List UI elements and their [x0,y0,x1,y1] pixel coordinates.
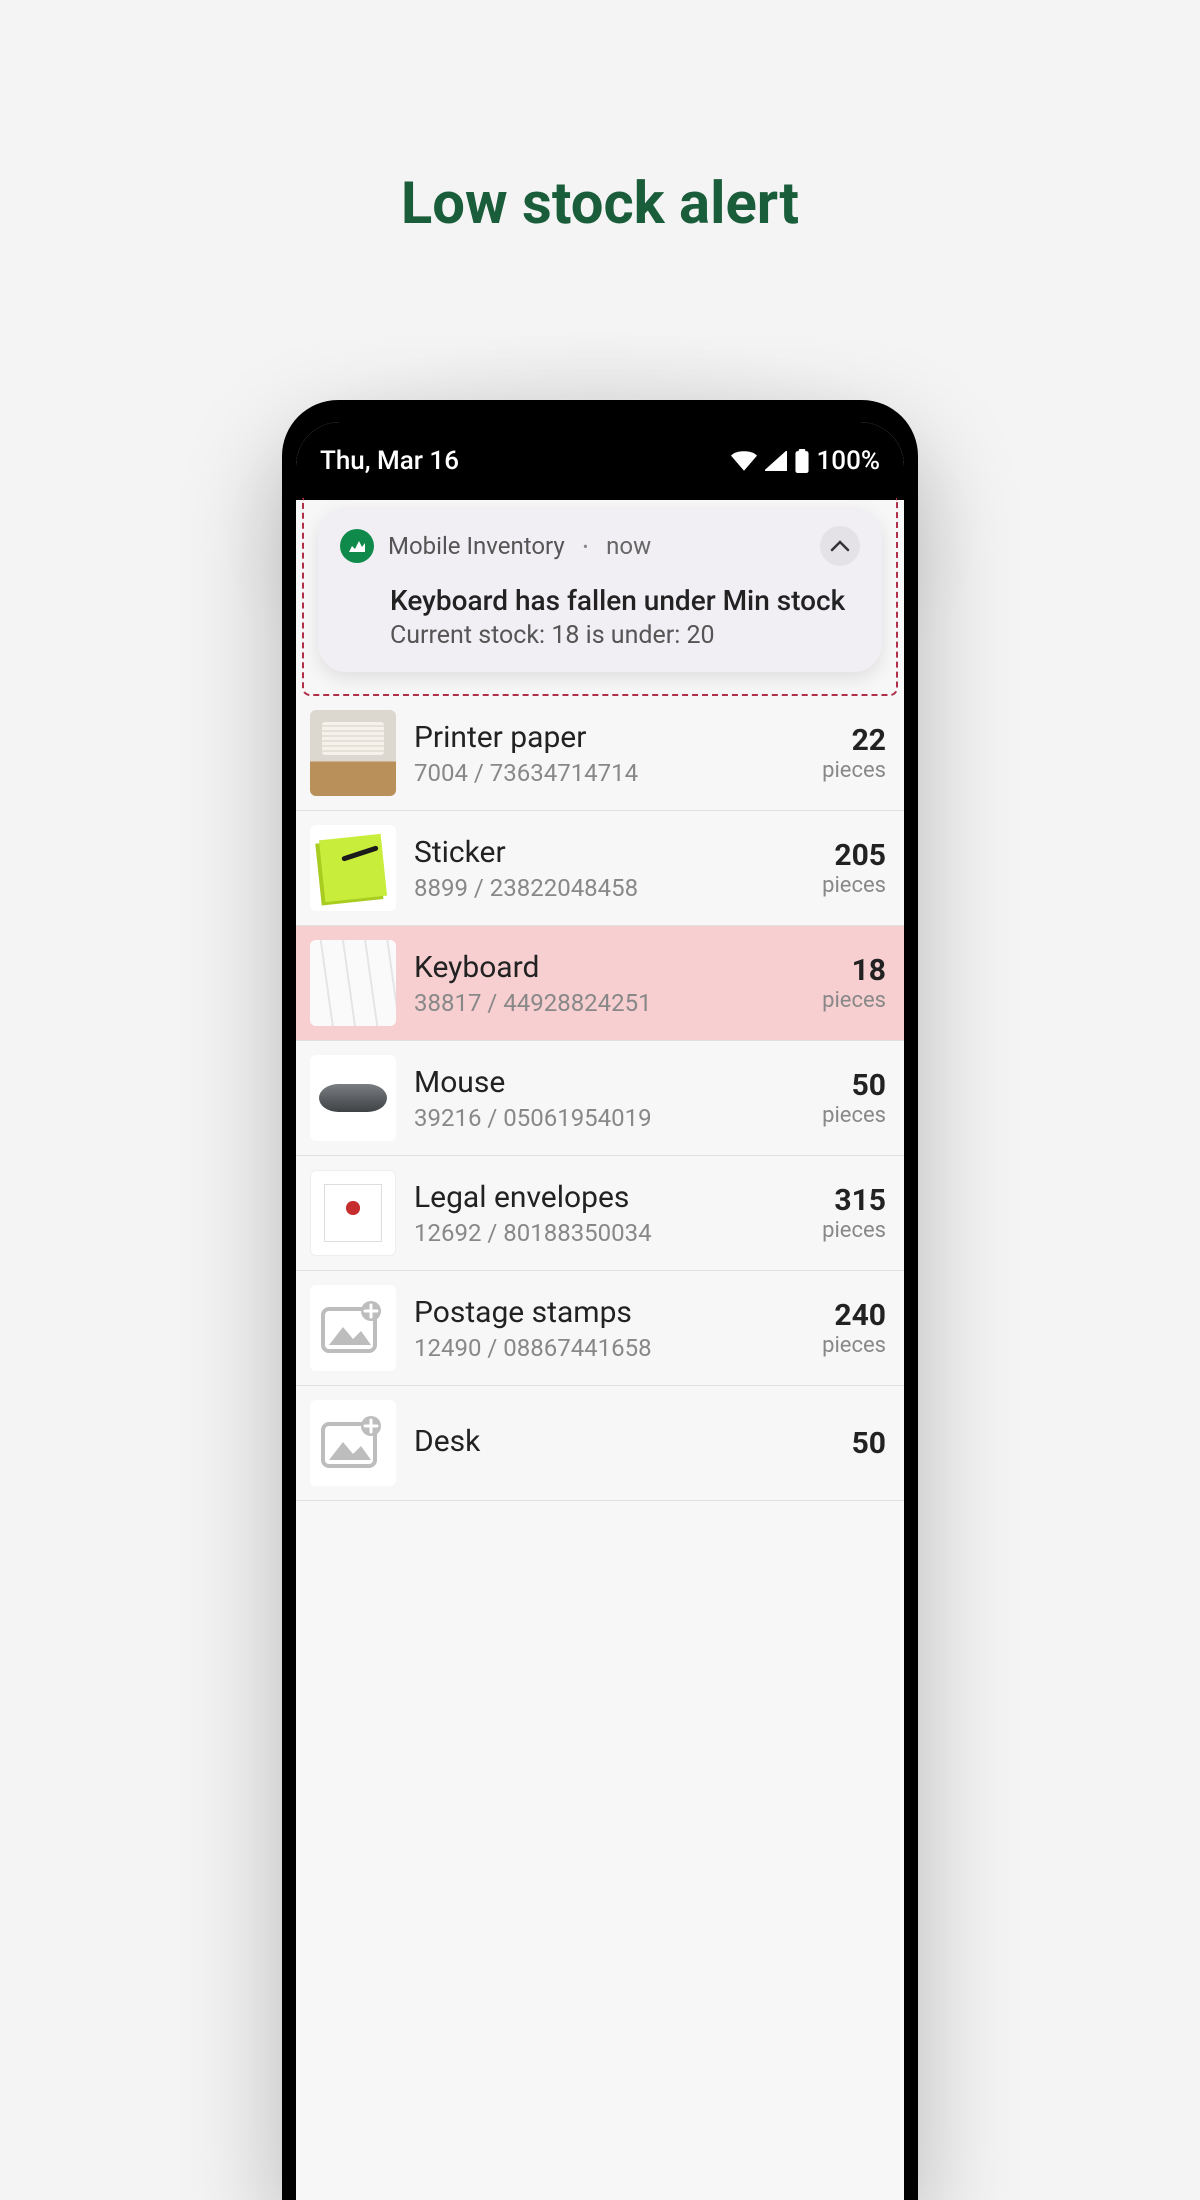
item-quantity-block: 18pieces [822,953,886,1013]
phone-frame: Thu, Mar 16 100% Mobile Inventory • now [282,400,918,2200]
item-name: Sticker [414,835,804,870]
notification-body: Current stock: 18 is under: 20 [390,621,860,650]
screen: Thu, Mar 16 100% Mobile Inventory • now [296,422,904,2200]
item-thumbnail [310,825,396,911]
item-info: Postage stamps 12490 / 08867441658 [414,1295,804,1362]
item-info: Legal envelopes 12692 / 80188350034 [414,1180,804,1247]
item-quantity: 50 [852,1426,886,1461]
item-unit: pieces [822,1333,886,1358]
item-code: 7004 / 73634714714 [414,759,804,787]
wifi-icon [731,451,757,471]
chevron-up-icon [830,540,850,552]
item-quantity-block: 240pieces [822,1298,886,1358]
item-unit: pieces [822,988,886,1013]
item-thumbnail [310,1285,396,1371]
cellular-icon [765,451,787,471]
item-quantity-block: 22pieces [822,723,886,783]
inventory-item[interactable]: Keyboard 38817 / 44928824251 18pieces [296,926,904,1041]
item-thumbnail [310,1170,396,1256]
status-indicators: 100% [731,446,880,476]
item-quantity-block: 205pieces [822,838,886,898]
item-unit: pieces [822,1218,886,1243]
item-name: Printer paper [414,720,804,755]
item-thumbnail [310,1055,396,1141]
item-thumbnail [310,940,396,1026]
item-name: Keyboard [414,950,804,985]
item-unit: pieces [822,873,886,898]
app-icon [340,529,374,563]
inventory-item[interactable]: Desk 50 [296,1386,904,1501]
item-quantity: 22 [822,723,886,758]
inventory-item[interactable]: Postage stamps 12490 / 08867441658 240piec… [296,1271,904,1386]
status-bar: Thu, Mar 16 100% [296,422,904,500]
collapse-button[interactable] [820,526,860,566]
item-quantity-block: 315pieces [822,1183,886,1243]
item-code: 39216 / 05061954019 [414,1104,804,1132]
item-unit: pieces [822,758,886,783]
item-name: Desk [414,1424,834,1459]
item-quantity: 315 [822,1183,886,1218]
item-code: 12490 / 08867441658 [414,1334,804,1362]
inventory-list[interactable]: Printer paper7004 / 7363471471422piecesS… [296,696,904,1501]
item-code: 8899 / 23822048458 [414,874,804,902]
item-info: Printer paper 7004 / 73634714714 [414,720,804,787]
battery-percent: 100% [817,446,880,476]
notification-title: Keyboard has fallen under Min stock [390,584,860,617]
item-thumbnail [310,1400,396,1486]
item-code: 12692 / 80188350034 [414,1219,804,1247]
separator-dot: • [583,537,588,556]
item-info: Desk [414,1424,834,1463]
item-quantity-block: 50 [852,1426,886,1461]
item-quantity: 240 [822,1298,886,1333]
item-unit: pieces [822,1103,886,1128]
battery-icon [795,449,809,473]
inventory-item[interactable]: Sticker 8899 / 23822048458 205pieces [296,811,904,926]
notification-header: Mobile Inventory • now [340,526,860,566]
item-info: Keyboard 38817 / 44928824251 [414,950,804,1017]
notification-card[interactable]: Mobile Inventory • now Keyboard has fall… [318,508,882,672]
item-name: Mouse [414,1065,804,1100]
item-quantity-block: 50pieces [822,1068,886,1128]
item-quantity: 205 [822,838,886,873]
inventory-item[interactable]: Legal envelopes 12692 / 80188350034 315pie… [296,1156,904,1271]
item-quantity: 18 [822,953,886,988]
item-name: Postage stamps [414,1295,804,1330]
item-name: Legal envelopes [414,1180,804,1215]
page-title: Low stock alert [0,0,1200,238]
item-code: 38817 / 44928824251 [414,989,804,1017]
notification-app-name: Mobile Inventory [388,532,565,560]
item-quantity: 50 [822,1068,886,1103]
item-info: Sticker 8899 / 23822048458 [414,835,804,902]
status-date: Thu, Mar 16 [320,446,459,476]
notification-time: now [606,532,651,560]
inventory-item[interactable]: Mouse 39216 / 05061954019 50pieces [296,1041,904,1156]
item-info: Mouse 39216 / 05061954019 [414,1065,804,1132]
notification-highlight-box: Mobile Inventory • now Keyboard has fall… [302,498,898,696]
item-thumbnail [310,710,396,796]
inventory-item[interactable]: Printer paper 7004 / 73634714714 22pieces [296,696,904,811]
